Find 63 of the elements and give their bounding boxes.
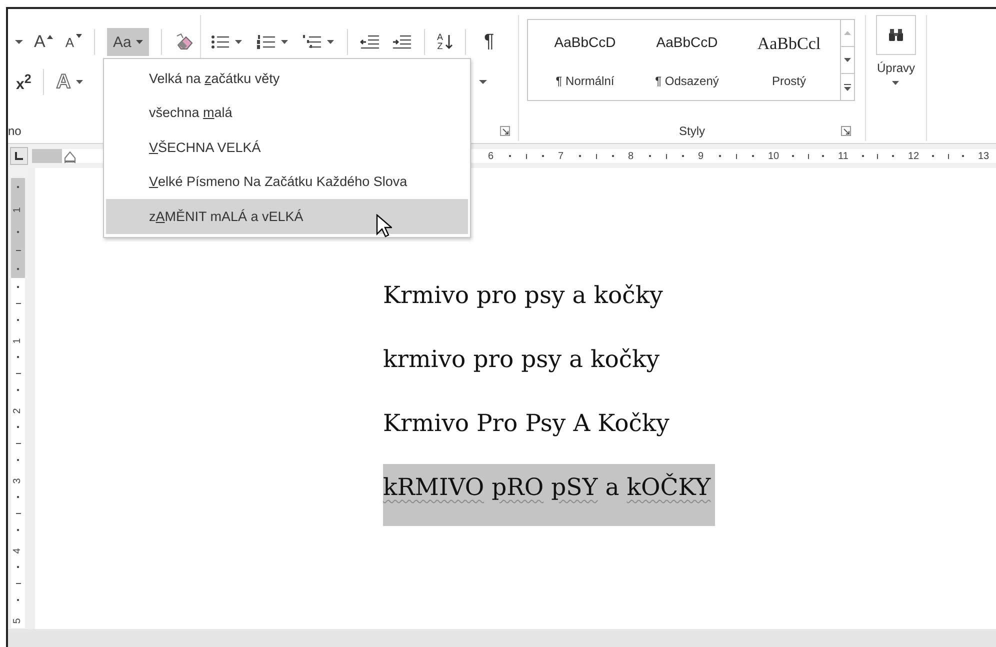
decrease-indent-icon	[360, 34, 380, 50]
ruler-number: 11	[838, 150, 848, 162]
more-icon	[844, 84, 851, 90]
caret-icon	[76, 80, 83, 84]
left-tab-icon	[15, 152, 23, 160]
caret-icon	[892, 81, 900, 85]
ruler-number: 5	[13, 618, 23, 624]
group-label: no	[8, 124, 22, 138]
show-formatting-button[interactable]: ¶	[480, 28, 498, 56]
style-item[interactable]: AaBbCcD ¶ Odsazený	[636, 20, 738, 100]
caret-icon	[136, 40, 144, 44]
caret-icon	[844, 58, 851, 62]
ruler-number: 6	[488, 150, 494, 162]
find-button[interactable]	[876, 15, 916, 55]
ruler-number: 12	[908, 150, 920, 162]
shrink-font-button[interactable]: A	[61, 28, 86, 56]
menu-item[interactable]: Velké Písmeno Na Začátku Každého Slova	[106, 164, 468, 199]
paragraph: kRMIVO pRO pSY a kOČKY	[383, 464, 715, 526]
change-case-button[interactable]: Aa	[107, 28, 150, 56]
ruler-number: 10	[768, 150, 780, 162]
ruler-number: 1	[13, 338, 23, 344]
caret-up-icon	[844, 31, 851, 35]
ruler-number: 9	[698, 150, 704, 162]
style-item[interactable]: AaBbCcl Prostý	[738, 20, 840, 100]
group-label: Styly	[678, 124, 705, 138]
grow-font-button[interactable]: A	[30, 28, 58, 56]
paragraph: Krmivo Pro Psy A Kočky	[383, 408, 670, 439]
ruler-number: 4	[13, 548, 23, 554]
menu-item[interactable]: VŠECHNA VELKÁ	[106, 130, 468, 164]
text-effects-button[interactable]: A	[52, 68, 87, 96]
ruler-number: 13	[978, 150, 990, 162]
tab-selector[interactable]	[10, 147, 28, 165]
menu-item[interactable]: Velká na začátku věty	[106, 61, 468, 96]
sort-button[interactable]: A Z	[433, 28, 458, 56]
multilevel-list-icon	[302, 34, 322, 50]
caret-icon	[235, 40, 242, 44]
ruler-number: 8	[628, 150, 634, 162]
increase-indent-icon	[392, 34, 412, 50]
bulleted-list-icon	[210, 34, 230, 50]
ruler-number: 1	[13, 207, 23, 213]
caret-icon	[327, 40, 334, 44]
editing-button[interactable]: Úpravy	[876, 61, 915, 85]
ruler-number: 2	[13, 408, 23, 414]
dialog-launcher-icon[interactable]	[841, 126, 851, 136]
numbered-list-icon	[256, 34, 276, 50]
down-arrow-icon	[445, 34, 454, 50]
menu-item[interactable]: zAMĚNIT mALÁ a vELKÁ	[106, 199, 468, 234]
caret-icon	[15, 40, 23, 44]
binoculars-icon	[888, 28, 904, 42]
menu-item[interactable]: všechna malá	[106, 96, 468, 130]
paragraph: Krmivo pro psy a kočky	[383, 280, 664, 311]
ruler-number: 3	[13, 478, 23, 484]
paragraph: krmivo pro psy a kočky	[383, 344, 661, 375]
ruler-margin	[32, 149, 62, 163]
dialog-launcher-icon[interactable]	[500, 126, 510, 136]
style-item[interactable]: AaBbCcD ¶ Normální	[534, 20, 636, 100]
triangle-icon	[47, 34, 54, 39]
superscript-button[interactable]: x$^{2}$	[12, 68, 36, 96]
ruler-number: 7	[558, 150, 564, 162]
eraser-icon	[174, 33, 194, 51]
caret-icon	[281, 40, 288, 44]
caret-icon	[479, 80, 487, 84]
triangle-icon	[76, 34, 82, 39]
